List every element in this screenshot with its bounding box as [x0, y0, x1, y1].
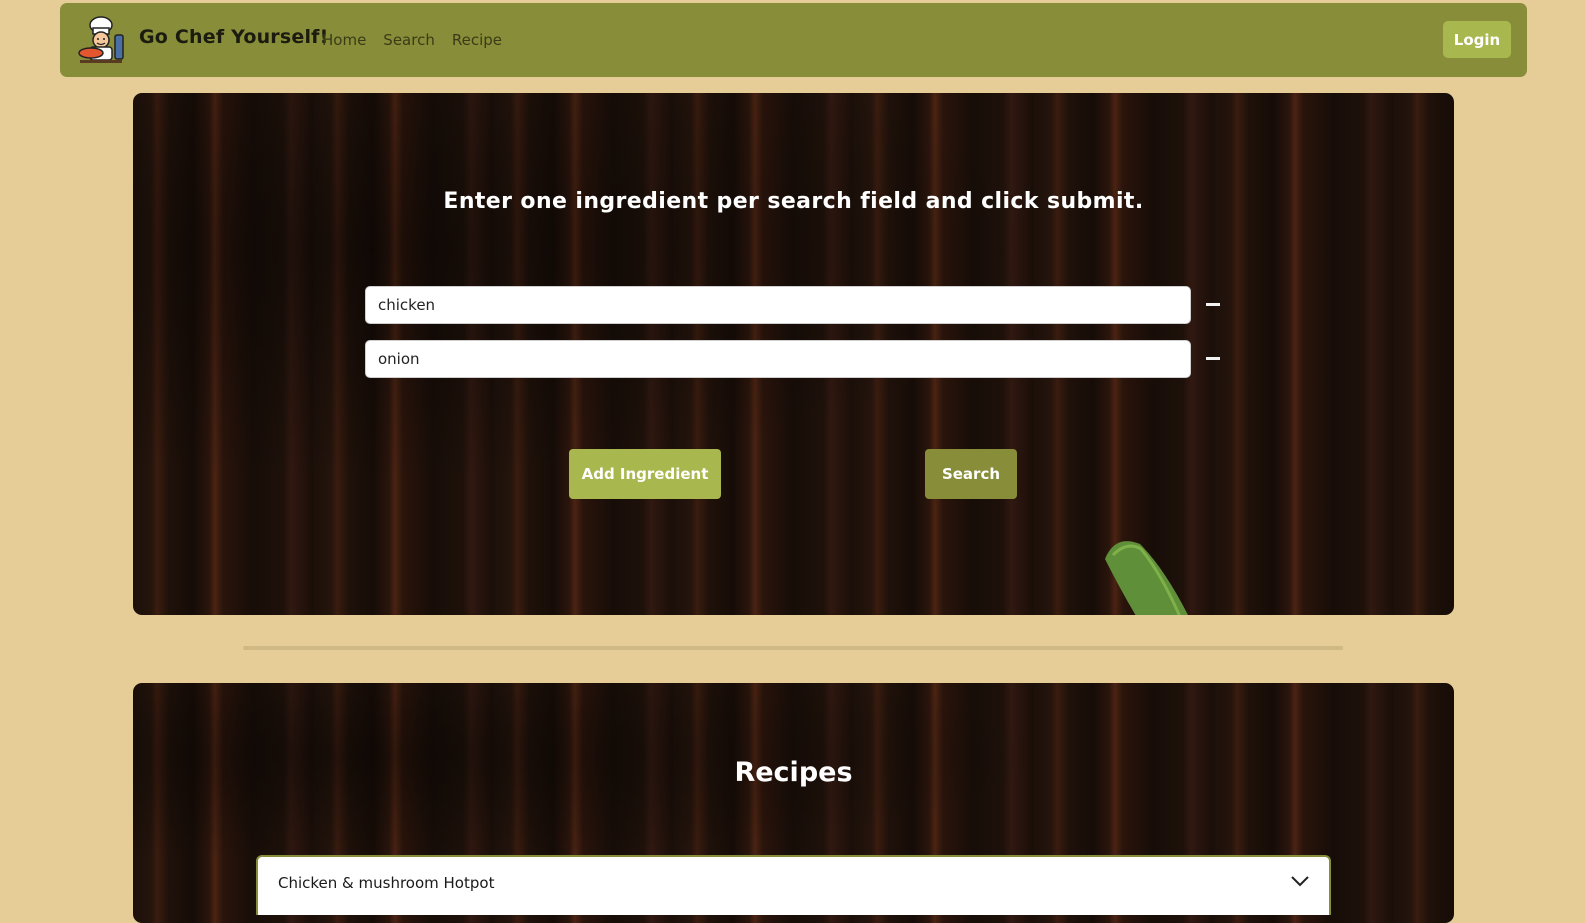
remove-ingredient-button[interactable] — [1206, 357, 1220, 360]
search-button[interactable]: Search — [925, 449, 1017, 499]
chevron-down-icon[interactable] — [1291, 875, 1309, 887]
ingredient-input-2[interactable] — [365, 340, 1191, 378]
nav-link-recipe[interactable]: Recipe — [452, 31, 502, 49]
nav-link-home[interactable]: Home — [322, 31, 366, 49]
search-panel: Enter one ingredient per search field an… — [133, 93, 1454, 615]
ingredient-row — [365, 340, 1220, 378]
recipe-accordion-item[interactable]: Chicken & mushroom Hotpot — [256, 855, 1331, 915]
ingredient-row — [365, 286, 1220, 324]
nav-link-search[interactable]: Search — [383, 31, 435, 49]
search-heading: Enter one ingredient per search field an… — [443, 189, 1144, 214]
add-ingredient-button[interactable]: Add Ingredient — [569, 449, 721, 499]
chef-logo-icon[interactable] — [75, 15, 127, 65]
green-bean-decoration — [1105, 541, 1188, 615]
section-divider — [243, 646, 1343, 650]
navbar: Go Chef Yourself! Home Search Recipe Log… — [60, 3, 1527, 77]
remove-ingredient-button[interactable] — [1206, 303, 1220, 306]
ingredient-input-1[interactable] — [365, 286, 1191, 324]
brand-name[interactable]: Go Chef Yourself! — [139, 26, 329, 48]
nav-links: Home Search Recipe — [322, 31, 502, 49]
recipes-panel: Recipes Chicken & mushroom Hotpot — [133, 683, 1454, 923]
recipe-title: Chicken & mushroom Hotpot — [278, 874, 495, 892]
login-button[interactable]: Login — [1443, 21, 1511, 58]
recipes-heading: Recipes — [734, 757, 853, 788]
